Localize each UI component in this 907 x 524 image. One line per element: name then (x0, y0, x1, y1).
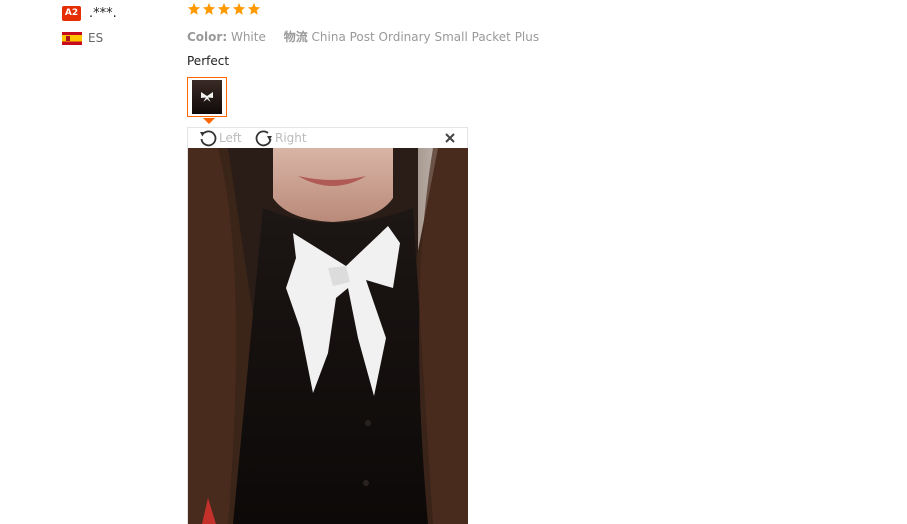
star-icon (187, 2, 201, 16)
reviewer-info: A2 .***. ES (62, 4, 117, 46)
review-photo-image (188, 148, 468, 524)
rotate-left-icon (200, 130, 217, 147)
reviewer-row: A2 .***. (62, 4, 117, 22)
review-photo-large (188, 148, 468, 524)
star-icon (202, 2, 216, 16)
close-icon[interactable] (443, 131, 457, 145)
reviewer-name: .***. (89, 5, 117, 21)
rotate-right-icon (255, 130, 272, 147)
rotate-right-button[interactable]: Right (254, 128, 307, 148)
star-icon (217, 2, 231, 16)
rotate-left-button[interactable]: Left (198, 128, 242, 148)
reviewer-country: ES (62, 30, 117, 46)
review-meta: Color: White 物流 China Post Ordinary Smal… (187, 28, 539, 45)
photo-viewer: Left Right (187, 127, 468, 524)
star-icon (232, 2, 246, 16)
rotate-right-label: Right (275, 131, 307, 145)
spain-flag-icon (62, 31, 82, 45)
rotate-left-label: Left (219, 131, 242, 145)
star-icon (247, 2, 261, 16)
review-text: Perfect (187, 54, 230, 68)
viewer-toolbar: Left Right (188, 128, 467, 148)
review-photo-thumbnail[interactable] (187, 77, 227, 117)
thumbnail-pointer (203, 118, 215, 124)
color-label: Color: (187, 30, 228, 44)
country-code: ES (88, 31, 104, 45)
review-body: Color: White 物流 China Post Ordinary Smal… (187, 2, 539, 68)
shipping-value: China Post Ordinary Small Packet Plus (311, 30, 540, 44)
color-value: White (230, 30, 266, 44)
buyer-level-badge: A2 (62, 5, 81, 21)
shipping-label: 物流 (283, 30, 308, 44)
star-rating (187, 2, 539, 20)
